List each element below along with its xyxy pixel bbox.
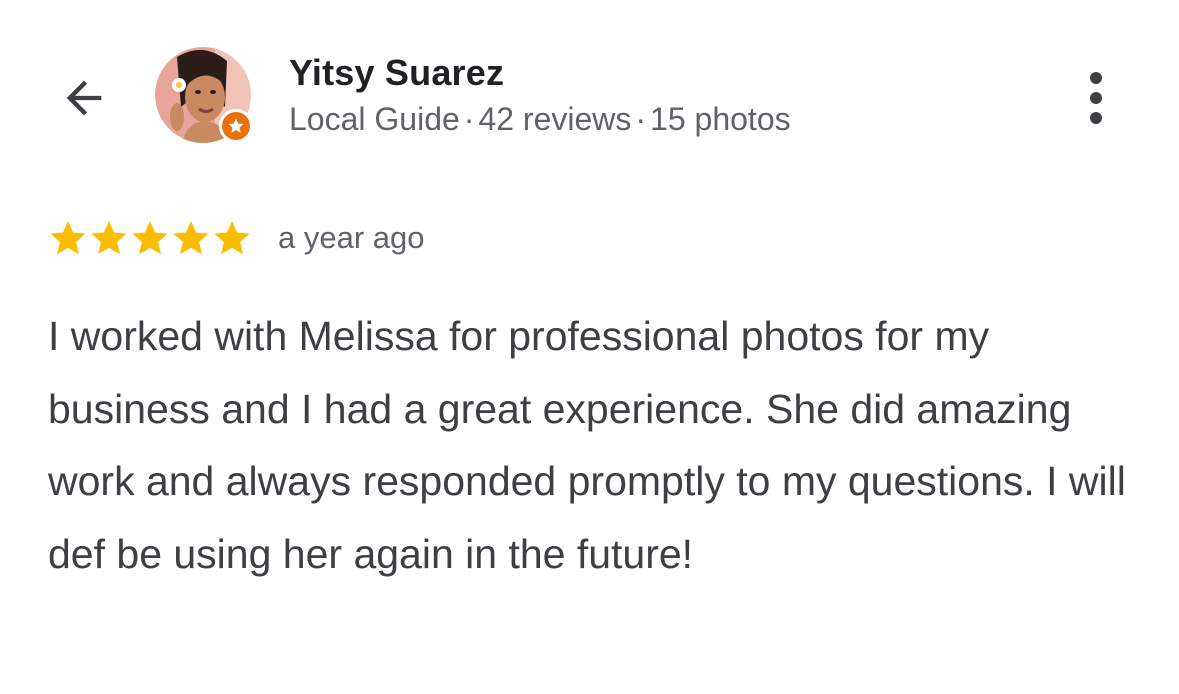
arrow-back-icon [66, 80, 102, 116]
user-meta: Local Guide · 42 reviews · 15 photos [289, 101, 791, 138]
local-guide-star-icon [219, 109, 253, 143]
more-vert-icon [1090, 92, 1102, 104]
back-button[interactable] [48, 62, 120, 134]
star-rating [48, 218, 252, 258]
star-icon [132, 221, 168, 255]
meta-separator: · [463, 101, 475, 137]
review-text: I worked with Melissa for professional p… [48, 313, 1126, 577]
local-guide-label: Local Guide [289, 101, 460, 137]
avatar[interactable] [155, 47, 253, 143]
more-vert-icon [1090, 112, 1102, 124]
photo-count: 15 photos [650, 101, 791, 137]
star-icon [173, 221, 209, 255]
star-icon [91, 221, 127, 255]
review-header: Yitsy Suarez Local Guide · 42 reviews · 15 p… [0, 0, 1179, 190]
star-icon [50, 221, 86, 255]
more-vert-icon [1090, 72, 1102, 84]
meta-separator: · [635, 101, 647, 137]
review-time: a year ago [278, 220, 425, 255]
star-icon [214, 221, 250, 255]
user-name[interactable]: Yitsy Suarez [289, 52, 504, 94]
more-options-button[interactable] [1070, 62, 1122, 134]
rating-row: a year ago [48, 216, 425, 260]
review-count: 42 reviews [478, 101, 632, 137]
